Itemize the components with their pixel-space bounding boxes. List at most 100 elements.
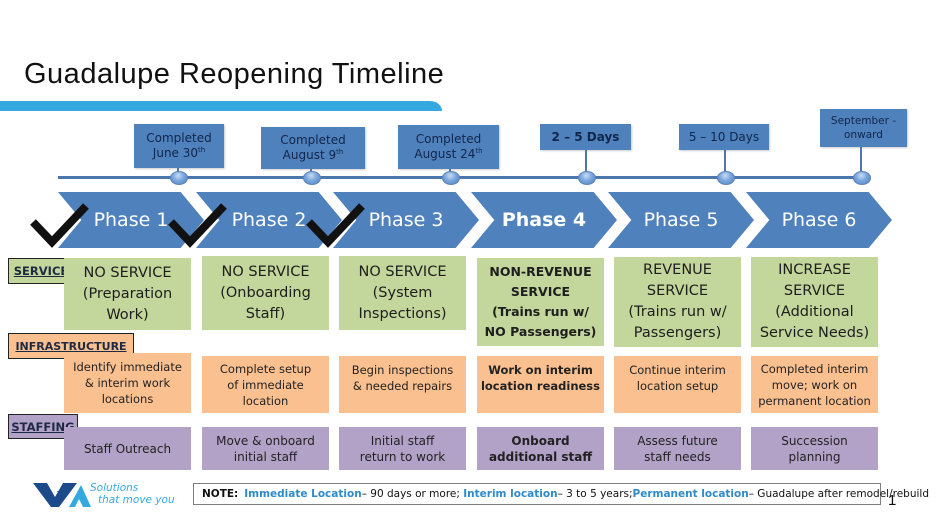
- service-cell: NO SERVICE (Onboarding Staff): [202, 256, 329, 330]
- cell-line: (Trains run w/: [628, 304, 727, 320]
- cell-line: Service Needs): [759, 325, 870, 341]
- cell-line: (System: [372, 284, 433, 301]
- cell-line: (Onboarding: [220, 284, 311, 301]
- cell-line: location readiness: [480, 379, 601, 393]
- phase-chevron[interactable]: Phase 5: [608, 192, 754, 248]
- milestone-line-2: onward: [844, 128, 883, 142]
- cell-line: NO SERVICE: [221, 263, 310, 280]
- cell-line: Inspections): [358, 305, 447, 322]
- milestone-date: June 30: [152, 146, 199, 160]
- infrastructure-cell: Work on interim location readiness: [477, 356, 604, 413]
- cell-line: NO SERVICE: [83, 264, 172, 281]
- page-title: Guadalupe Reopening Timeline: [24, 58, 445, 90]
- checkmark-icon: [30, 203, 89, 248]
- milestone-ordinal: th: [475, 147, 483, 155]
- milestone-line-1: 2 – 5 Days: [551, 129, 620, 144]
- cell-line: SERVICE: [783, 283, 846, 299]
- staffing-cell: Onboard additional staff: [477, 427, 604, 470]
- title-underline-bar: [0, 101, 442, 111]
- cell-line: (Additional: [775, 304, 854, 320]
- milestone-ordinal: th: [198, 146, 206, 154]
- cell-line: Completed interim: [760, 361, 869, 376]
- service-cell: NO SERVICE (System Inspections): [339, 256, 466, 330]
- cell-line: Initial staff: [370, 433, 435, 448]
- note-interim-label: Interim location: [463, 488, 558, 500]
- milestone-node: [303, 171, 321, 185]
- logo-tagline: Solutions that move you: [90, 482, 175, 506]
- cell-line: Complete setup: [219, 361, 312, 376]
- cell-line: (Trains run w/: [492, 304, 589, 319]
- service-cell: NO SERVICE (Preparation Work): [64, 258, 191, 330]
- staffing-cell: Initial staff return to work: [339, 427, 466, 470]
- cell-line: Begin inspections: [351, 363, 454, 377]
- milestone-node: [853, 171, 871, 185]
- cell-line: Onboard: [511, 433, 570, 448]
- cell-line: SERVICE: [510, 284, 571, 299]
- infrastructure-cell: Complete setup of immediate location: [202, 356, 329, 413]
- milestone-stem: [585, 150, 587, 172]
- staffing-cell: Succession planning: [751, 427, 878, 470]
- cell-line: Identify immediate: [73, 360, 182, 374]
- milestone-box: Completed June 30th: [134, 124, 224, 168]
- cell-line: NO Passengers): [484, 324, 597, 339]
- milestone-node: [717, 171, 735, 185]
- milestone-line-2: June 30th: [153, 146, 205, 161]
- note-interim-text: – 3 to 5 years;: [557, 488, 633, 500]
- cell-line: locations: [101, 392, 154, 406]
- staffing-cell: Assess future staff needs: [614, 427, 741, 470]
- phase-label: Phase 4: [501, 209, 587, 231]
- page-number: 1: [888, 492, 897, 509]
- staffing-cell: Move & onboard initial staff: [202, 427, 329, 470]
- milestone-box: 2 – 5 Days: [540, 124, 631, 150]
- cell-line: Move & onboard: [216, 433, 315, 448]
- cell-line: location: [242, 393, 289, 408]
- milestone-box: Completed August 9th: [261, 127, 365, 169]
- milestone-date: August 9: [282, 148, 337, 162]
- milestone-line-2: August 24th: [414, 147, 482, 162]
- cell-line: planning: [788, 449, 841, 464]
- cell-line: Work): [106, 306, 149, 323]
- checkmark-icon: [168, 203, 227, 248]
- cell-line: Continue interim: [629, 363, 726, 377]
- phase-label: Phase 3: [368, 209, 444, 231]
- milestone-node: [442, 171, 460, 185]
- milestone-line-1: Completed: [415, 132, 482, 146]
- cell-line: (Preparation: [82, 285, 173, 302]
- milestone-line-2: August 9th: [283, 148, 344, 163]
- cell-line: & needed repairs: [352, 379, 453, 393]
- tagline-line-1: Solutions: [90, 482, 139, 494]
- cell-line: Work on interim: [488, 363, 593, 377]
- milestone-node: [170, 171, 188, 185]
- cell-line: staff needs: [644, 449, 711, 464]
- infrastructure-cell: Begin inspections & needed repairs: [339, 356, 466, 413]
- phase-label: Phase 1: [93, 209, 169, 231]
- tagline-line-2: that move you: [98, 494, 175, 506]
- milestone-date: onward: [844, 129, 883, 141]
- milestone-date: August 24: [414, 147, 476, 161]
- note-lead: NOTE:: [202, 488, 239, 500]
- service-cell: NON-REVENUE SERVICE (Trains run w/NO Passe…: [477, 258, 604, 346]
- milestone-box: 5 – 10 Days: [679, 124, 769, 150]
- cell-line: Passengers): [633, 325, 722, 341]
- phase-label: Phase 2: [231, 209, 307, 231]
- cell-line: permanent location: [758, 393, 871, 408]
- milestone-node: [578, 171, 596, 185]
- milestone-line-1: Completed: [146, 131, 212, 145]
- milestone-box: Completed August 24th: [398, 125, 499, 169]
- cell-line: Staff Outreach: [83, 441, 172, 456]
- milestone-line-1: September -: [830, 115, 897, 127]
- cell-line: SERVICE: [646, 283, 709, 299]
- vta-logo-icon: [33, 483, 91, 507]
- phase-chevron[interactable]: Phase 4: [471, 192, 617, 248]
- location-note: NOTE: Immediate Location – 90 days or mo…: [193, 483, 929, 505]
- service-cell: INCREASE SERVICE (Additional Service Needs): [751, 257, 878, 347]
- milestone-box: September - onward: [820, 109, 907, 147]
- checkmark-icon: [306, 203, 365, 248]
- cell-line: Staff): [245, 305, 286, 322]
- milestone-ordinal: th: [336, 148, 344, 156]
- milestone-stem: [860, 147, 862, 172]
- cell-line: & interim work: [84, 376, 171, 390]
- cell-line: return to work: [359, 449, 446, 464]
- cell-line: Assess future: [637, 433, 718, 448]
- phase-chevron[interactable]: Phase 6: [746, 192, 892, 248]
